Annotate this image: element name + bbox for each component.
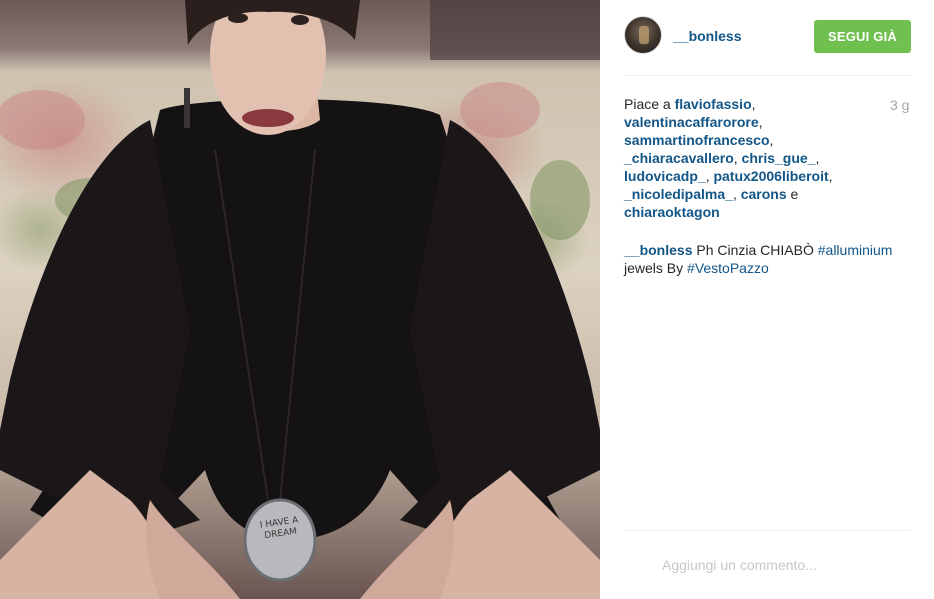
hashtag-link[interactable]: #alluminium	[818, 242, 893, 258]
liker-link[interactable]: chiaraoktagon	[624, 204, 720, 220]
following-button[interactable]: SEGUI GIÀ	[814, 20, 911, 53]
likes-list: Piace a flaviofassio, valentinacaffaroro…	[624, 96, 833, 220]
liker-link[interactable]: carons	[741, 186, 787, 202]
liker-link[interactable]: valentinacaffarorore	[624, 114, 759, 130]
liker-link[interactable]: sammartinofrancesco	[624, 132, 770, 148]
hashtag-link[interactable]: #VestoPazzo	[687, 260, 769, 276]
comment-input[interactable]	[662, 554, 902, 576]
liker-link[interactable]: patux2006liberoit	[713, 168, 828, 184]
post-details-panel: __bonless SEGUI GIÀ Piace a flaviofassio…	[600, 0, 934, 599]
likes-conjunction: e	[790, 186, 799, 202]
liker-link[interactable]: chris_gue_	[742, 150, 816, 166]
caption-author-link[interactable]: __bonless	[624, 242, 692, 258]
liker-link[interactable]: _chiaracavallero	[624, 150, 734, 166]
likes-prefix: Piace a	[624, 96, 671, 112]
photo-illustration	[0, 0, 600, 599]
comment-divider	[624, 530, 911, 531]
post-photo[interactable]: I HAVE A DREAM	[0, 0, 600, 599]
author-username-link[interactable]: __bonless	[673, 28, 741, 44]
header-divider	[624, 75, 911, 76]
caption-text: Ph Cinzia CHIABÒ	[696, 242, 814, 258]
caption-text: jewels By	[624, 260, 684, 276]
liker-link[interactable]: _nicoledipalma_	[624, 186, 733, 202]
avatar[interactable]	[624, 16, 662, 54]
post-timestamp[interactable]: 3 g	[890, 97, 909, 113]
post-header: __bonless SEGUI GIÀ	[624, 16, 911, 58]
post-caption: __bonless Ph Cinzia CHIABÒ #alluminium j…	[624, 241, 904, 277]
liker-link[interactable]: ludovicadp_	[624, 168, 706, 184]
liker-link[interactable]: flaviofassio	[675, 96, 752, 112]
